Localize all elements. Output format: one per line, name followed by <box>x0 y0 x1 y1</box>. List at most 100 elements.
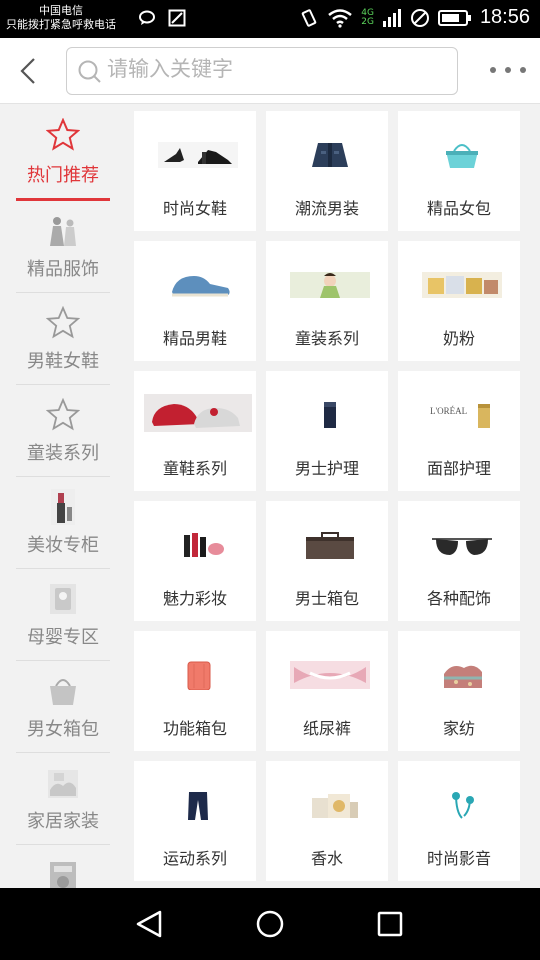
category-card[interactable]: 功能箱包 <box>134 631 256 751</box>
back-button[interactable] <box>14 54 44 88</box>
sidebar-item-baby[interactable]: 母婴专区 <box>0 569 126 661</box>
category-card[interactable]: 精品女包 <box>398 111 520 231</box>
category-card[interactable]: 香水 <box>266 761 388 881</box>
sidebar-item-kids[interactable]: 童装系列 <box>0 385 126 477</box>
category-card[interactable]: 潮流男装 <box>266 111 388 231</box>
sidebar-item-shoes[interactable]: 男鞋女鞋 <box>0 293 126 385</box>
network-type: 4G 2G <box>361 8 374 27</box>
baby-icon <box>45 581 81 617</box>
category-label: 功能箱包 <box>162 719 227 738</box>
notification-icons <box>138 9 186 27</box>
sidebar-item-label: 母婴专区 <box>27 627 99 648</box>
category-label: 男士箱包 <box>294 589 359 608</box>
category-card[interactable]: 纸尿裤 <box>266 631 388 751</box>
milk-icon <box>422 271 502 299</box>
face-care-icon: L'ORÉAL <box>422 401 502 429</box>
category-grid: 时尚女鞋 潮流男装 精品女包 精品男鞋 童装系列 奶粉 童鞋系列 男士护理 L'… <box>126 105 540 888</box>
sidebar-item-label: 热门推荐 <box>27 165 99 186</box>
sunglasses-icon <box>422 531 502 559</box>
category-card[interactable]: 男士箱包 <box>266 501 388 621</box>
more-dot <box>490 67 496 73</box>
no-sim-icon <box>410 8 429 27</box>
sidebar-item-home[interactable]: 家居家装 <box>0 753 126 845</box>
star-icon <box>45 305 81 341</box>
home-nav-icon[interactable] <box>254 908 286 940</box>
kids-icon <box>290 271 370 299</box>
category-card[interactable]: 时尚女鞋 <box>134 111 256 231</box>
network-2g-label: 2G <box>361 16 374 27</box>
chevron-left-icon <box>20 58 35 84</box>
category-label: 精品男鞋 <box>162 329 227 348</box>
bag-icon <box>45 673 81 709</box>
search-box[interactable] <box>66 47 458 95</box>
category-card[interactable]: 时尚影音 <box>398 761 520 881</box>
sidebar-item-bags[interactable]: 男女箱包 <box>0 661 126 753</box>
category-card[interactable]: L'ORÉAL 面部护理 <box>398 371 520 491</box>
category-card[interactable]: 各种配饰 <box>398 501 520 621</box>
clothing-icon <box>45 213 81 249</box>
bedding-icon <box>422 661 502 689</box>
sidebar-item-hot[interactable]: 热门推荐 <box>0 105 126 201</box>
back-nav-icon[interactable] <box>134 908 166 940</box>
luggage-icon <box>158 661 238 690</box>
category-card[interactable]: 奶粉 <box>398 241 520 361</box>
sidebar-item-appliances[interactable] <box>0 845 126 888</box>
clock: 18:56 <box>479 6 530 28</box>
perfume-icon <box>290 791 370 819</box>
home-icon <box>45 765 81 801</box>
sidebar-item-clothing[interactable]: 精品服饰 <box>0 201 126 293</box>
sidebar-item-label: 男女箱包 <box>27 719 99 740</box>
category-label: 童装系列 <box>294 329 359 348</box>
sidebar-item-cosmetics[interactable]: 美妆专柜 <box>0 477 126 569</box>
category-label: 运动系列 <box>162 849 227 868</box>
search-icon <box>78 60 101 83</box>
category-card[interactable]: 家纺 <box>398 631 520 751</box>
category-label: 各种配饰 <box>426 589 491 608</box>
star-icon <box>45 397 81 433</box>
category-label: 纸尿裤 <box>302 719 351 738</box>
category-sidebar: 热门推荐 精品服饰 男鞋女鞋 童装系列 美妆专柜 母婴专区 男女箱包 家居家装 <box>0 105 126 888</box>
image-icon <box>168 9 186 27</box>
cosmetics-icon <box>45 489 81 525</box>
svg-text:L'ORÉAL: L'ORÉAL <box>430 406 467 416</box>
category-label: 潮流男装 <box>294 199 359 218</box>
category-card[interactable]: 童装系列 <box>266 241 388 361</box>
category-card[interactable]: 精品男鞋 <box>134 241 256 361</box>
sidebar-item-label: 精品服饰 <box>27 259 99 280</box>
category-card[interactable]: 运动系列 <box>134 761 256 881</box>
emergency-only-text: 只能拨打紧急呼救电话 <box>6 18 116 31</box>
more-button[interactable] <box>490 63 526 77</box>
battery-icon <box>437 9 471 26</box>
sidebar-item-label: 童装系列 <box>27 443 99 464</box>
message-icon <box>139 10 155 25</box>
star-icon <box>45 117 81 153</box>
status-bar: 中国电信 只能拨打紧急呼救电话 4G 2G 18:56 <box>0 0 540 38</box>
more-dot <box>520 67 526 73</box>
diaper-icon <box>290 661 370 689</box>
handbag-icon <box>422 141 502 169</box>
category-label: 奶粉 <box>442 329 475 348</box>
appliance-icon <box>45 857 81 888</box>
carrier-info: 中国电信 只能拨打紧急呼救电话 <box>6 4 116 32</box>
category-label: 童鞋系列 <box>162 459 227 478</box>
wifi-icon <box>328 8 353 28</box>
category-label: 魅力彩妆 <box>162 589 227 608</box>
sidebar-item-label: 美妆专柜 <box>27 535 99 556</box>
category-card[interactable]: 魅力彩妆 <box>134 501 256 621</box>
pants-icon <box>158 791 238 820</box>
recent-apps-icon[interactable] <box>374 908 406 940</box>
category-card[interactable]: 童鞋系列 <box>134 371 256 491</box>
kids-shoe-icon <box>144 393 252 433</box>
category-label: 家纺 <box>442 719 475 738</box>
navigation-bar <box>0 888 540 960</box>
search-input[interactable] <box>107 57 437 81</box>
sidebar-item-label: 家居家装 <box>27 811 99 832</box>
category-label: 时尚女鞋 <box>162 199 227 218</box>
briefcase-icon <box>290 531 370 559</box>
category-label: 香水 <box>310 849 343 868</box>
status-icons: 4G 2G 18:56 <box>299 6 530 29</box>
category-label: 男士护理 <box>294 459 359 478</box>
category-label: 时尚影音 <box>426 849 491 868</box>
makeup-icon <box>158 531 238 559</box>
category-card[interactable]: 男士护理 <box>266 371 388 491</box>
